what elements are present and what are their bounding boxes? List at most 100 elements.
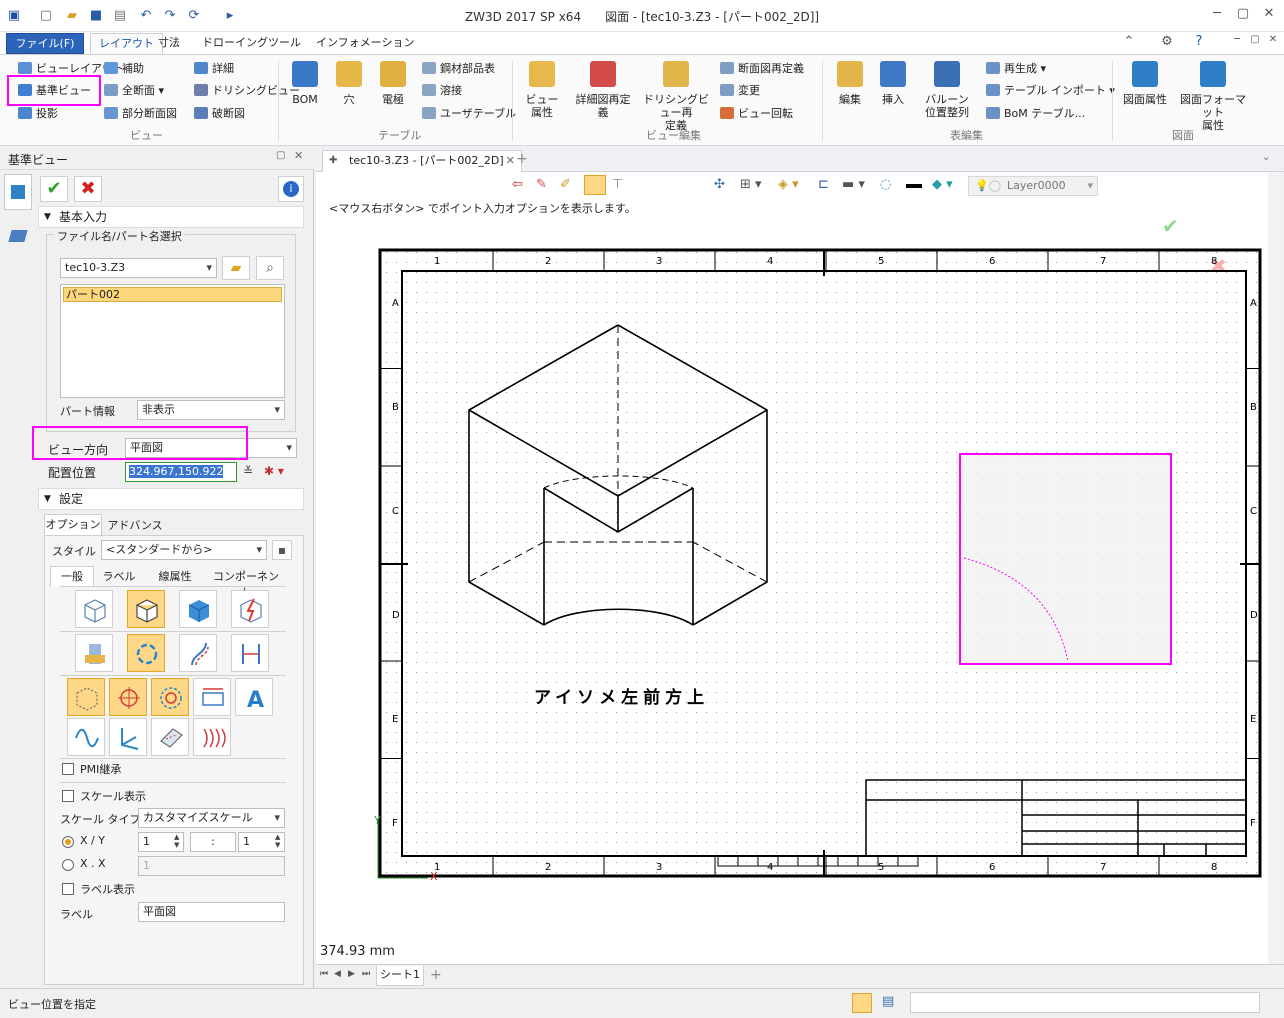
hidden-line-display-button[interactable]	[127, 590, 165, 628]
status-toggle-button[interactable]	[852, 993, 872, 1013]
text-button[interactable]: A	[235, 678, 273, 716]
center-mark-button[interactable]	[109, 678, 147, 716]
denominator-spin-icon[interactable]: ▲ ▼	[275, 833, 280, 849]
drilling-view-button[interactable]: ドリシングビュー	[194, 83, 300, 99]
add-sheet-icon[interactable]: +	[430, 967, 442, 983]
tangent-edge-button[interactable]	[127, 634, 165, 672]
ok-check-button[interactable]: ✔	[40, 176, 68, 202]
tab-options[interactable]: オプション	[44, 514, 102, 536]
axis-button[interactable]	[109, 718, 147, 756]
new-doc-tab-icon[interactable]: +	[516, 151, 528, 167]
pick-point-icon[interactable]: ✱ ▾	[264, 464, 284, 478]
maximize-button[interactable]: ▢	[1232, 6, 1254, 26]
file-select[interactable]: tec10-3.Z3	[60, 258, 217, 278]
steel-parts-table-button[interactable]: 鋼材部品表	[422, 61, 495, 77]
part-list[interactable]: パート002	[60, 284, 285, 398]
detail-redefine-button[interactable]: 詳細図再定 義	[572, 61, 634, 119]
center-line-button[interactable]	[151, 678, 189, 716]
search-button[interactable]: ⌕	[256, 256, 284, 280]
sheet-last-icon[interactable]: ⏭	[362, 969, 370, 979]
info-button[interactable]: i	[278, 176, 304, 202]
sidetab-display[interactable]	[4, 220, 32, 256]
auxiliary-button[interactable]: 補助	[104, 61, 144, 77]
open-folder-button[interactable]: ▰	[222, 256, 250, 280]
panel-close-icon[interactable]: ✕	[294, 149, 303, 162]
table-import-button[interactable]: テーブル インポート ▾	[986, 83, 1115, 99]
drawing-attributes-button[interactable]: 図面属性	[1120, 61, 1170, 106]
hidden-dashed-button[interactable]	[67, 678, 105, 716]
view-attributes-button[interactable]: ビュー 属性	[524, 61, 560, 119]
dimension-line-button[interactable]	[231, 634, 269, 672]
cancel-x-button[interactable]: ✖	[74, 176, 102, 202]
list-item[interactable]: パート002	[63, 287, 282, 302]
sheet-tab[interactable]: シート1	[376, 966, 424, 986]
full-section-button[interactable]: 全断面 ▾	[104, 83, 164, 99]
subtab-line-attributes[interactable]: 線属性	[150, 568, 200, 584]
balloon-align-button[interactable]: バルーン 位置整列	[918, 61, 976, 119]
dimension-button[interactable]	[193, 678, 231, 716]
drawing-canvas[interactable]: ⇦ ✎ ✐ ⊤ ✣ ⊞ ▾ ◈ ▾ ⊏ ▬ ▾ ◌ ◆ ▾ 💡◯ Layer00…	[316, 172, 1280, 964]
message-list-icon[interactable]: ▤	[882, 994, 894, 1009]
section-settings[interactable]: 設定	[38, 488, 304, 510]
hole-table-button[interactable]: 穴	[334, 61, 364, 106]
style-select[interactable]: <スタンダードから>	[101, 540, 267, 560]
panel-restore-icon[interactable]: ▢	[276, 150, 285, 161]
tab-list-icon[interactable]: ⌄	[1262, 152, 1270, 163]
scale-type-select[interactable]: カスタマイズスケール	[138, 808, 285, 828]
save-style-button[interactable]: ▪	[272, 540, 292, 560]
break-view-button[interactable]: 破断図	[194, 106, 245, 122]
subtab-general[interactable]: 一般	[50, 566, 94, 587]
detail-button[interactable]: 詳細	[194, 61, 234, 77]
curve-button[interactable]	[67, 718, 105, 756]
pmi-inherit-checkbox[interactable]	[62, 763, 74, 775]
label-show-checkbox[interactable]	[62, 883, 74, 895]
sheet-next-icon[interactable]: ▶	[348, 969, 355, 979]
hatch-button[interactable]	[193, 718, 231, 756]
regenerate-button[interactable]: 再生成 ▾	[986, 61, 1046, 77]
label-text-input[interactable]: 平面図	[138, 902, 285, 922]
numerator-spin-icon[interactable]: ▲ ▼	[174, 833, 179, 849]
electrode-button[interactable]: 電極	[378, 61, 408, 106]
tab-dimension[interactable]: 寸法	[150, 33, 188, 54]
command-input[interactable]	[910, 992, 1260, 1013]
drawing-format-button[interactable]: 図面フォーマット 属性	[1180, 61, 1246, 132]
vertical-scrollbar[interactable]	[1268, 172, 1280, 964]
change-button[interactable]: 変更	[720, 83, 760, 99]
user-table-button[interactable]: ユーザテーブル	[422, 106, 516, 122]
bom-table-button[interactable]: BoM テーブル...	[986, 106, 1085, 122]
partial-section-button[interactable]: 部分断面図	[104, 106, 177, 122]
ribbon-close-button[interactable]: ✕	[1262, 34, 1284, 54]
placement-input[interactable]: 324.967,150.922	[125, 462, 237, 482]
tab-advanced[interactable]: アドバンス	[104, 516, 166, 536]
section-basic-input[interactable]: 基本入力	[38, 206, 304, 228]
subtab-label[interactable]: ラベル	[98, 568, 140, 584]
weld-button[interactable]: 溶接	[422, 83, 462, 99]
expand-chevron-icon[interactable]: ≚	[243, 464, 253, 478]
scale-xx-radio[interactable]	[62, 859, 74, 871]
sheet-metal-button[interactable]	[151, 718, 189, 756]
section-redefine-button[interactable]: 断面図再定義	[720, 61, 804, 77]
interference-button[interactable]	[179, 634, 217, 672]
scale-xx-input[interactable]: 1	[138, 856, 285, 876]
tab-file[interactable]: ファイル(F)	[6, 33, 84, 54]
tab-tools[interactable]: ツール	[260, 33, 309, 54]
help-icon[interactable]: ?	[1188, 34, 1210, 54]
scale-show-checkbox[interactable]	[62, 790, 74, 802]
wireframe-display-button[interactable]	[75, 590, 113, 628]
shaded-display-button[interactable]	[179, 590, 217, 628]
doc-tab-active[interactable]: ✚ tec10-3.Z3 - [パート002_2D] ✕	[322, 150, 522, 172]
pin-icon[interactable]: ✚	[329, 151, 337, 171]
table-edit-button[interactable]: 編集	[834, 61, 866, 106]
thread-button[interactable]	[75, 634, 113, 672]
sheet-first-icon[interactable]: ⏮	[320, 969, 328, 979]
table-insert-button[interactable]: 挿入	[876, 61, 910, 106]
lightning-display-button[interactable]	[231, 590, 269, 628]
bom-button[interactable]: BOM	[290, 61, 320, 106]
collapse-ribbon-icon[interactable]: ⌃	[1118, 34, 1140, 54]
view-rotate-button[interactable]: ビュー回転	[720, 106, 793, 122]
tab-information[interactable]: インフォメーション	[308, 33, 422, 54]
doc-tab-close-icon[interactable]: ✕	[506, 151, 515, 171]
minimize-button[interactable]: ─	[1206, 6, 1228, 26]
close-button[interactable]: ✕	[1258, 6, 1280, 26]
drilling-redefine-button[interactable]: ドリシングビュー再 定義	[642, 61, 710, 132]
